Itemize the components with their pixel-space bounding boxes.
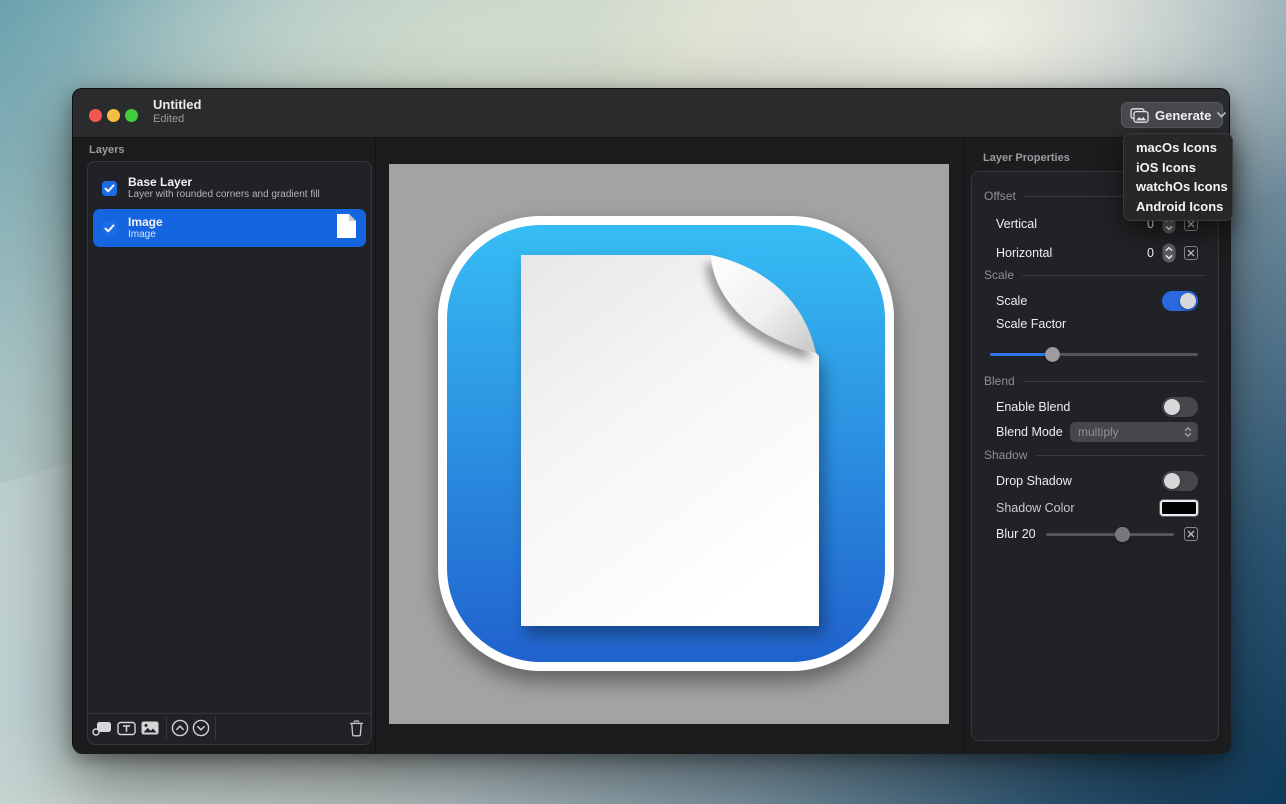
generate-button[interactable]: Generate [1121, 102, 1223, 128]
section-label: Blend [984, 374, 1015, 388]
menu-item-ios-icons[interactable]: iOS Icons [1124, 158, 1232, 178]
toggle-knob [1164, 399, 1180, 415]
layer-visibility-checkbox[interactable] [102, 181, 117, 196]
scale-toggle-row: Scale [996, 290, 1198, 312]
section-label: Offset [984, 189, 1016, 203]
layer-visibility-checkbox[interactable] [102, 221, 117, 236]
layers-pane-header: Layers [89, 144, 124, 156]
close-window-button[interactable] [89, 109, 102, 122]
minimize-window-button[interactable] [107, 109, 120, 122]
scale-toggle[interactable] [1162, 291, 1198, 311]
shadow-section-header: Shadow [984, 447, 1206, 463]
section-rule [1022, 275, 1206, 276]
layer-text-block: Base Layer Layer with rounded corners an… [128, 175, 320, 201]
document-edited-status: Edited [153, 113, 201, 126]
layers-list: Base Layer Layer with rounded corners an… [87, 161, 372, 745]
app-window: Untitled Edited Generate macOs I [72, 88, 1230, 753]
generate-button-label: Generate [1155, 108, 1211, 123]
canvas-preview [389, 164, 949, 724]
shadow-color-well[interactable] [1160, 500, 1198, 516]
section-rule [1035, 455, 1206, 456]
toolbar-separator [166, 716, 167, 740]
app-icon-preview [389, 164, 949, 724]
blend-mode-select[interactable]: multiply [1070, 422, 1198, 442]
toggle-knob [1164, 473, 1180, 489]
horizontal-offset-value: 0 [1147, 246, 1154, 260]
drop-shadow-label: Drop Shadow [996, 474, 1072, 488]
move-layer-down-button[interactable] [191, 718, 211, 738]
window-content: Layers Base Layer Layer with rounded cor… [73, 138, 1231, 754]
layer-row-image-selected[interactable]: Image Image [93, 209, 366, 247]
right-pane-divider [963, 138, 964, 754]
horizontal-offset-clear-button[interactable] [1184, 246, 1198, 260]
window-title-block: Untitled Edited [153, 97, 201, 126]
vertical-offset-label: Vertical [996, 217, 1037, 231]
scale-toggle-label: Scale [996, 294, 1027, 308]
scale-factor-slider-row [990, 343, 1198, 365]
layer-title: Base Layer [128, 175, 320, 189]
drop-shadow-row: Drop Shadow [996, 470, 1198, 492]
blur-row: Blur 20 [996, 523, 1198, 545]
left-pane-divider [375, 138, 376, 754]
shadow-color-row: Shadow Color [996, 497, 1198, 519]
toggle-knob [1180, 293, 1196, 309]
blend-mode-label: Blend Mode [996, 425, 1063, 439]
slider-thumb[interactable] [1115, 527, 1130, 542]
enable-blend-row: Enable Blend [996, 396, 1198, 418]
scale-factor-label: Scale Factor [996, 317, 1066, 331]
slider-fill [990, 353, 1052, 356]
toolbar-separator [215, 716, 216, 740]
section-rule [1023, 381, 1206, 382]
titlebar: Untitled Edited Generate [73, 89, 1229, 138]
layer-title: Image [128, 215, 163, 229]
blend-section-header: Blend [984, 373, 1206, 389]
blend-mode-row: Blend Mode multiply [996, 421, 1198, 443]
blur-label: Blur 20 [996, 527, 1036, 541]
layer-row-base-layer[interactable]: Base Layer Layer with rounded corners an… [93, 169, 366, 207]
move-layer-up-button[interactable] [170, 718, 190, 738]
layer-subtitle: Layer with rounded corners and gradient … [128, 189, 320, 201]
slider-thumb[interactable] [1045, 347, 1060, 362]
add-image-layer-button[interactable] [140, 718, 160, 738]
chevron-down-icon [1217, 112, 1226, 118]
drop-shadow-toggle[interactable] [1162, 471, 1198, 491]
blend-mode-value: multiply [1078, 425, 1184, 439]
blur-slider[interactable] [1046, 524, 1174, 544]
slider-track [1046, 533, 1174, 536]
section-label: Scale [984, 268, 1014, 282]
scale-factor-slider[interactable] [990, 344, 1198, 364]
layer-subtitle: Image [128, 229, 163, 241]
horizontal-offset-row: Horizontal 0 [996, 242, 1198, 264]
shadow-color-label: Shadow Color [996, 501, 1075, 515]
layer-text-block: Image Image [128, 215, 163, 241]
enable-blend-toggle[interactable] [1162, 397, 1198, 417]
photos-stack-icon [1130, 108, 1149, 123]
horizontal-offset-stepper[interactable] [1162, 243, 1176, 263]
layers-toolbar-divider [88, 713, 371, 714]
menu-item-watchos-icons[interactable]: watchOs Icons [1124, 177, 1232, 197]
desktop-background: Untitled Edited Generate macOs I [0, 0, 1286, 804]
menu-item-android-icons[interactable]: Android Icons [1124, 197, 1232, 217]
layer-properties-panel: Offset Vertical 0 [971, 171, 1219, 741]
select-chevrons-icon [1184, 426, 1192, 438]
menu-item-macos-icons[interactable]: macOs Icons [1124, 138, 1232, 158]
document-thumbnail-icon [336, 213, 357, 244]
generate-dropdown-menu: macOs Icons iOS Icons watchOs Icons Andr… [1123, 133, 1233, 221]
delete-layer-button[interactable] [346, 718, 366, 738]
add-text-layer-button[interactable] [116, 718, 136, 738]
blur-clear-button[interactable] [1184, 527, 1198, 541]
scale-factor-label-row: Scale Factor [996, 313, 1198, 335]
scale-section-header: Scale [984, 267, 1206, 283]
enable-blend-label: Enable Blend [996, 400, 1070, 414]
add-base-layer-button[interactable] [92, 718, 112, 738]
properties-pane-header: Layer Properties [983, 152, 1070, 164]
section-label: Shadow [984, 448, 1027, 462]
zoom-window-button[interactable] [125, 109, 138, 122]
window-title: Untitled [153, 97, 201, 113]
horizontal-offset-label: Horizontal [996, 246, 1052, 260]
